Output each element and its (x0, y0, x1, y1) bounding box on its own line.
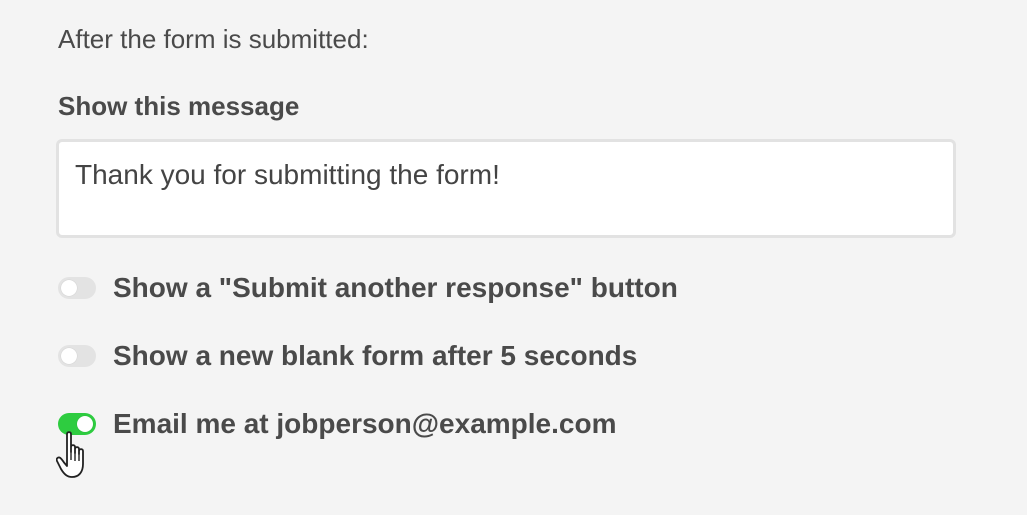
submit-another-toggle[interactable] (58, 277, 96, 299)
option-email-me[interactable]: Email me at jobperson@example.com (58, 404, 616, 444)
toggle-knob (61, 348, 77, 364)
option-blank-form[interactable]: Show a new blank form after 5 seconds (58, 336, 637, 376)
hand-pointer-icon (56, 431, 84, 478)
message-textarea[interactable]: Thank you for submitting the form! (56, 139, 956, 238)
email-me-label: Email me at jobperson@example.com (113, 408, 617, 439)
toggle-knob (61, 280, 77, 296)
form-submitted-heading: After the form is submitted: (58, 24, 369, 54)
submit-another-label: Show a "Submit another response" button (113, 272, 678, 303)
blank-form-toggle[interactable] (58, 345, 96, 367)
option-submit-another[interactable]: Show a "Submit another response" button (58, 268, 678, 308)
blank-form-label: Show a new blank form after 5 seconds (113, 340, 638, 371)
show-message-label: Show this message (58, 91, 300, 121)
